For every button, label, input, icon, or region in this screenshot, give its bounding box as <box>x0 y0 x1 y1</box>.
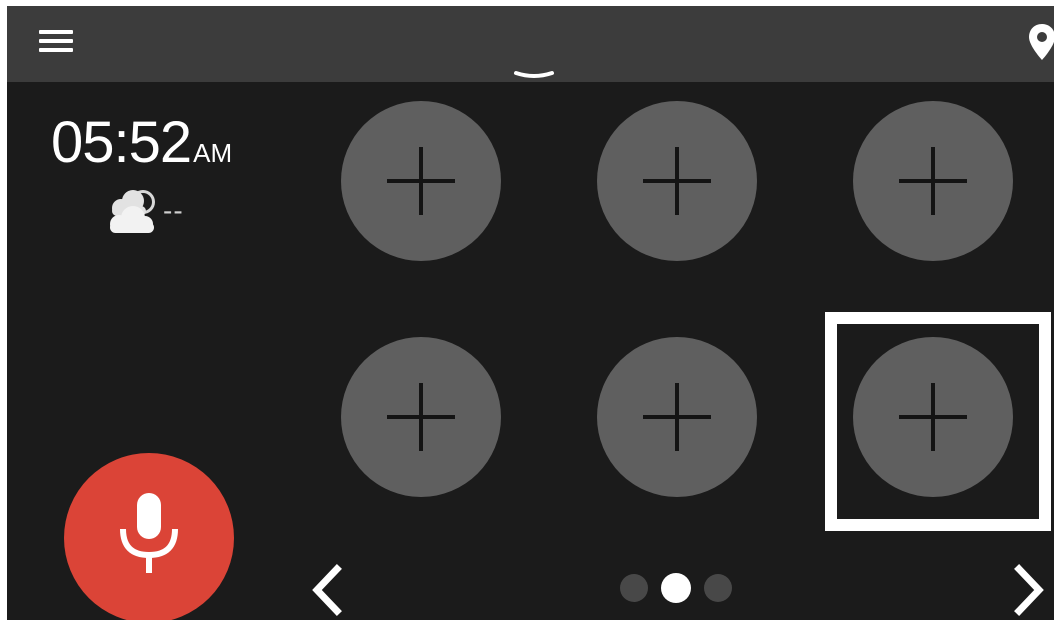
plus-icon <box>387 147 455 215</box>
top-bar <box>7 6 1054 82</box>
add-shortcut-button-5[interactable] <box>597 337 757 497</box>
add-shortcut-button-6[interactable] <box>853 337 1013 497</box>
temperature: -- <box>163 195 184 226</box>
page-indicator-dot-1[interactable] <box>620 574 648 602</box>
add-shortcut-button-2[interactable] <box>597 101 757 261</box>
clock-period: AM <box>193 138 233 168</box>
chevron-down-handle-icon[interactable] <box>513 70 555 82</box>
partly-cloudy-icon <box>110 190 155 233</box>
hamburger-menu-icon[interactable] <box>39 30 73 54</box>
add-shortcut-button-1[interactable] <box>341 101 501 261</box>
page-indicator-dot-2-active[interactable] <box>661 573 691 603</box>
plus-icon <box>387 383 455 451</box>
add-shortcut-button-4[interactable] <box>341 337 501 497</box>
microphone-icon <box>120 493 178 573</box>
page-indicator-dot-3[interactable] <box>704 574 732 602</box>
weather-widget: -- <box>103 184 184 238</box>
plus-icon <box>899 147 967 215</box>
voice-search-button[interactable] <box>64 453 234 620</box>
launcher-screen: 05:52 AM -- <box>7 6 1054 620</box>
plus-icon <box>899 383 967 451</box>
clock-time: 05:52 <box>51 110 192 175</box>
chevron-right-icon[interactable] <box>1009 564 1049 616</box>
add-shortcut-button-3[interactable] <box>853 101 1013 261</box>
clock: 05:52 AM <box>51 114 232 172</box>
plus-icon <box>643 147 711 215</box>
chevron-left-icon[interactable] <box>307 564 347 616</box>
plus-icon <box>643 383 711 451</box>
location-pin-icon[interactable] <box>1027 22 1054 62</box>
